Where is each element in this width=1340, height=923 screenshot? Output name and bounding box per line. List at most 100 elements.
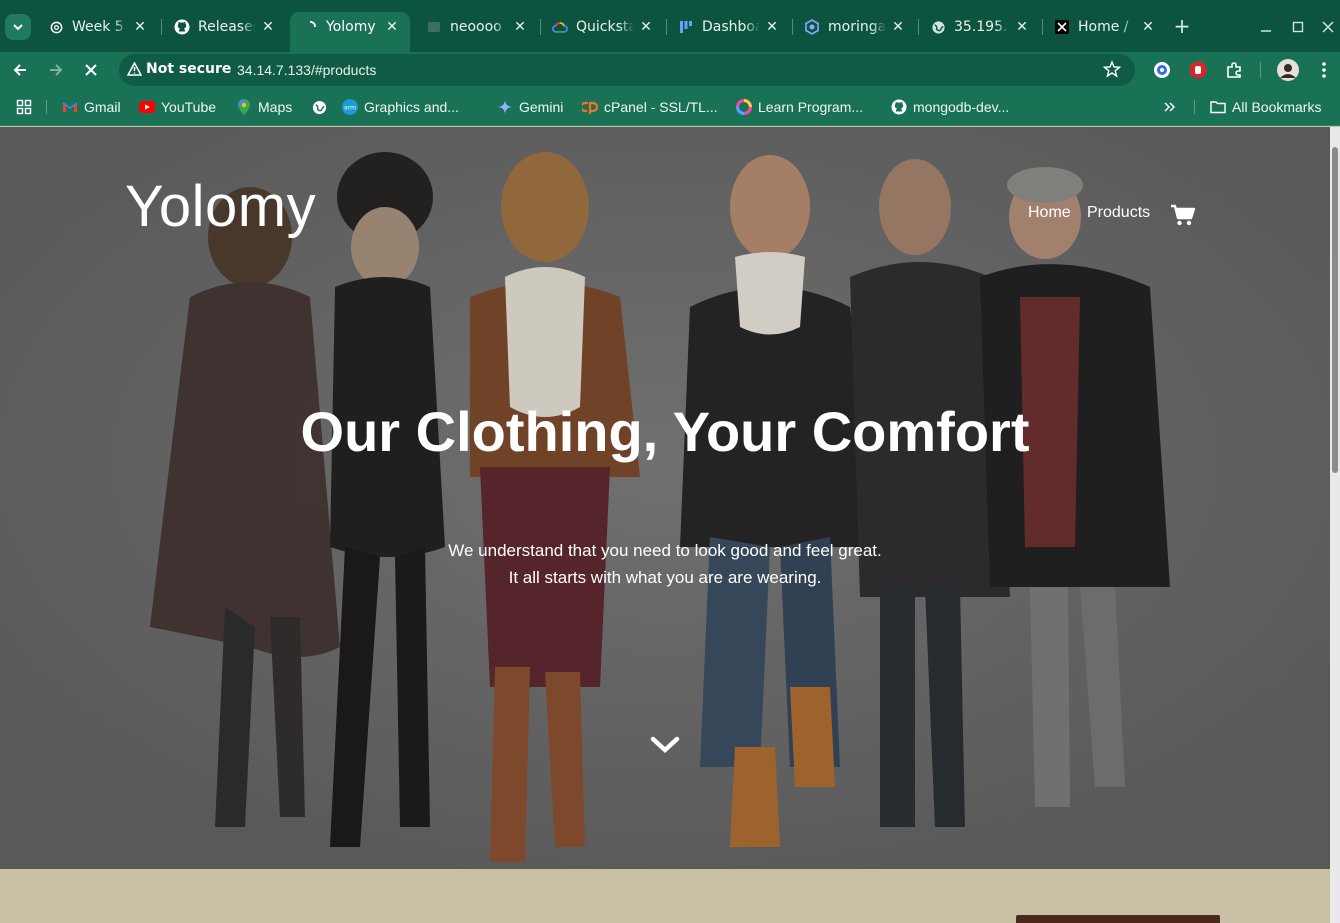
globe-icon [311, 99, 327, 115]
scrollbar-thumb[interactable] [1332, 147, 1338, 473]
apps-grid-icon [16, 99, 32, 115]
bookmark-label: mongodb-dev... [913, 99, 1010, 115]
bookmark-gmail[interactable]: Gmail [62, 97, 121, 117]
tab-ip[interactable]: 35.195. ✕ [918, 12, 1040, 42]
maps-icon [236, 99, 252, 115]
close-icon[interactable]: ✕ [132, 19, 148, 35]
svg-text:arm: arm [344, 105, 356, 112]
page-viewport: Yolomy Home Products Our Clothing, Your … [0, 127, 1340, 923]
product-card-edge [1016, 915, 1220, 923]
tab-week5[interactable]: Week 5 ✕ [36, 12, 158, 42]
bookmark-globe[interactable] [311, 97, 333, 117]
url-text[interactable]: 34.14.7.133/#products [237, 62, 376, 78]
nav-products-link[interactable]: Products [1087, 204, 1150, 222]
address-bar[interactable]: Not secure 34.14.7.133/#products [119, 54, 1135, 86]
close-window-button[interactable] [1318, 17, 1338, 37]
dashboard-icon [678, 19, 694, 35]
close-icon[interactable]: ✕ [1140, 19, 1156, 35]
close-icon[interactable]: ✕ [1014, 19, 1030, 35]
hand-stop-icon [1189, 61, 1207, 79]
star-icon [1102, 60, 1122, 78]
arm-icon: arm [342, 99, 358, 115]
scroll-down-button[interactable] [650, 735, 680, 759]
tab-title: Releases [198, 19, 256, 35]
arrow-left-icon [13, 64, 26, 76]
back-button[interactable] [7, 58, 33, 82]
bookmark-cpanel[interactable]: cPanel - SSL/TL... [582, 97, 718, 117]
folder-icon [1210, 99, 1226, 115]
security-label: Not secure [146, 61, 232, 77]
profile-avatar[interactable] [1276, 58, 1300, 82]
hero-subline-1: We understand that you need to look good… [448, 541, 882, 560]
apps-button[interactable] [16, 97, 32, 117]
chevron-down-icon [13, 24, 23, 31]
tab-releases[interactable]: Releases ✕ [162, 12, 286, 42]
bookmark-label: Graphics and... [364, 99, 459, 115]
extension-button[interactable] [1152, 60, 1172, 80]
bookmarks-bar: Gmail YouTube Maps arm Graphics and... G… [0, 88, 1340, 126]
new-tab-button[interactable]: + [1172, 14, 1192, 38]
bookmark-gemini[interactable]: Gemini [497, 97, 563, 117]
stop-loading-button[interactable] [78, 58, 104, 82]
extension-button[interactable] [1188, 60, 1208, 80]
close-icon[interactable]: ✕ [260, 19, 276, 35]
tab-dashboard[interactable]: Dashboard ✕ [666, 12, 790, 42]
bookmark-label: Maps [258, 99, 293, 115]
close-icon[interactable]: ✕ [512, 19, 528, 35]
hero-section: Yolomy Home Products Our Clothing, Your … [0, 127, 1330, 869]
tab-quickstart[interactable]: Quickstart ✕ [540, 12, 664, 42]
maximize-button[interactable] [1288, 17, 1308, 37]
hero-headline: Our Clothing, Your Comfort [300, 400, 1030, 463]
more-bookmarks-button[interactable] [1163, 97, 1177, 117]
bookmark-learn[interactable]: Learn Program... [736, 97, 863, 117]
arrow-right-icon [50, 64, 63, 76]
loading-icon [302, 19, 318, 35]
close-icon[interactable]: ✕ [638, 19, 654, 35]
hero-subline-2: It all starts with what you are are wear… [508, 568, 822, 587]
tab-neoooo[interactable]: neoooo ✕ [414, 12, 538, 42]
gemini-icon [497, 99, 513, 115]
cpanel-icon [582, 99, 598, 115]
forward-button[interactable] [43, 58, 69, 82]
learn-icon [736, 99, 752, 115]
brand-logo[interactable]: Yolomy [125, 173, 316, 240]
nav-home-link[interactable]: Home [1028, 204, 1071, 222]
tab-title: Home / [1078, 19, 1129, 35]
avatar-icon [1277, 59, 1299, 81]
tab-strip: Week 5 ✕ Releases ✕ Yolomy ✕ neoooo ✕ Qu… [0, 0, 1340, 52]
browser-menu-button[interactable] [1314, 60, 1334, 80]
puzzle-icon [1227, 62, 1241, 78]
site-icon [426, 19, 442, 35]
bookmark-graphics[interactable]: arm Graphics and... [342, 97, 459, 117]
bookmark-youtube[interactable]: YouTube [139, 97, 216, 117]
minimize-icon [1261, 30, 1271, 32]
minimize-button[interactable] [1256, 17, 1276, 37]
github-icon [891, 99, 907, 115]
close-icon[interactable]: ✕ [890, 19, 906, 35]
cart-button[interactable] [1170, 203, 1196, 231]
close-icon[interactable]: ✕ [384, 19, 400, 35]
bookmark-maps[interactable]: Maps [236, 97, 292, 117]
bookmark-label: cPanel - SSL/TL... [604, 99, 718, 115]
tab-yolomy[interactable]: Yolomy ✕ [290, 12, 410, 52]
tab-title: 35.195. [954, 19, 1008, 35]
extensions-menu-button[interactable] [1224, 60, 1244, 80]
close-icon[interactable]: ✕ [764, 19, 780, 35]
bookmark-label: Gmail [84, 99, 121, 115]
close-icon [1322, 21, 1334, 33]
page-scrollbar[interactable] [1330, 127, 1340, 923]
tab-x-home[interactable]: Home / ✕ [1042, 12, 1166, 42]
plus-icon: + [1173, 14, 1191, 38]
maximize-icon [1292, 21, 1304, 33]
security-chip[interactable]: Not secure [127, 61, 231, 77]
tab-moringa[interactable]: moringa ✕ [792, 12, 916, 42]
bookmark-mongodb-dev[interactable]: mongodb-dev... [891, 97, 1009, 117]
tab-search-button[interactable] [5, 14, 31, 40]
google-cloud-icon [552, 19, 568, 35]
tab-title: Yolomy [326, 19, 376, 35]
shopping-cart-icon [1171, 204, 1196, 226]
all-bookmarks-button[interactable]: All Bookmarks [1210, 97, 1321, 117]
bookmark-label: YouTube [161, 99, 217, 115]
youtube-icon [139, 99, 155, 115]
bookmark-star-button[interactable] [1102, 60, 1122, 82]
